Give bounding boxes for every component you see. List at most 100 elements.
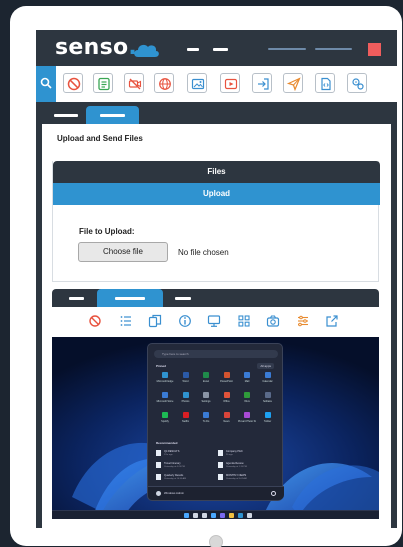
start-footer: Windows Admin [148,486,284,500]
external-link-icon[interactable] [325,314,339,328]
app-label: Netflix [182,420,189,423]
search-button[interactable] [36,66,56,102]
pinned-app[interactable]: Picsart Photo Studio [238,412,256,426]
app-label: Microsoft Store [156,400,174,403]
windows-icon[interactable] [184,513,189,518]
checklist-icon [98,77,110,91]
app-label: PowerPoint [220,380,233,383]
edge-icon[interactable] [238,513,243,518]
tab-inactive[interactable] [54,114,78,117]
app-label: News [223,420,230,423]
menu-line-icon[interactable] [268,48,306,50]
sliders-icon[interactable] [296,314,310,328]
video-button[interactable] [220,73,240,93]
remote-desktop-view[interactable]: Type here to search Pinned All apps Micr… [52,337,379,519]
chat-icon[interactable] [220,513,225,518]
pinned-app[interactable]: Spotify [156,412,174,426]
recommended-name: MONTHLY NEWS [226,474,247,477]
pinned-app[interactable]: Excel [197,372,215,386]
recommended-item[interactable]: MONTHLY NEWS Yesterday at 9:02 AM [218,473,276,483]
pinned-app[interactable]: Netflix [177,412,195,426]
photo-icon [191,78,205,90]
app-label: Microsoft Edge [156,380,174,383]
search-icon [40,77,52,89]
video-icon [224,78,238,90]
pinned-app[interactable]: Microsoft Edge [156,372,174,386]
globe-button[interactable] [154,73,174,93]
session-tab-inactive[interactable] [175,297,191,300]
app-icon [264,412,271,418]
brand-logo[interactable]: senso. [55,35,137,60]
app-icon [203,392,209,398]
pinned-app[interactable]: PowerPoint [218,372,236,386]
power-icon[interactable] [271,491,276,496]
pinned-app[interactable]: Mail [238,372,256,386]
tab-active[interactable] [86,106,139,124]
login-button[interactable] [252,73,272,93]
mute-video-button[interactable] [124,73,144,93]
menu-dash-icon[interactable] [187,48,199,51]
start-menu: Type here to search Pinned All apps Micr… [147,343,284,501]
monitor-icon[interactable] [207,314,221,328]
camera-icon[interactable] [266,314,280,328]
info-icon[interactable] [178,314,192,328]
recommended-item[interactable]: Travel Itinerary Yesterday at 4:24 PM [156,461,214,471]
app-label: Solitaire [262,400,273,403]
file-code-button[interactable] [315,73,335,93]
checklist-button[interactable] [93,73,113,93]
all-apps-button[interactable]: All apps [257,363,274,369]
pinned-app[interactable]: To Do [197,412,215,426]
app-label: Word [182,380,189,383]
app-icon [162,372,168,378]
app-icon [223,412,230,418]
send-button[interactable] [283,73,303,93]
list-icon[interactable] [119,314,133,328]
block-button[interactable] [63,73,83,93]
home-button[interactable] [209,535,223,547]
pinned-app[interactable]: Settings [197,392,215,406]
recommended-item[interactable]: Q4 RESULTS 17m ago [156,449,214,459]
recommended-name: Company Pitch [226,450,243,453]
grid-icon[interactable] [237,314,251,328]
globe-icon [159,78,171,90]
search-icon[interactable] [193,513,198,518]
widgets-icon[interactable] [211,513,216,518]
explorer-icon[interactable] [229,513,234,518]
store-icon[interactable] [247,513,252,518]
session-tab-marker [115,297,145,300]
pinned-app[interactable]: Twitter [259,412,277,426]
pinned-app[interactable]: Office [218,392,236,406]
recommended-item[interactable]: Quarterly Results Yesterday at 10:50 AM [156,473,214,483]
session-tab-inactive[interactable] [69,297,84,300]
pinned-app[interactable]: Calendar [259,372,277,386]
menu-line-icon[interactable] [315,48,352,50]
recommended-name: Q4 RESULTS [164,450,180,453]
block-icon[interactable] [88,314,102,328]
start-search-input[interactable]: Type here to search [154,350,278,358]
session-panel: Type here to search Pinned All apps Micr… [52,289,379,519]
pinned-app[interactable]: News [218,412,236,426]
menu-dash-icon[interactable] [213,48,228,51]
copy-icon[interactable] [148,314,162,328]
recommended-item[interactable]: Company Pitch 2h ago [218,449,276,459]
close-square-icon[interactable] [368,43,381,56]
task-view-icon[interactable] [202,513,207,518]
app-icon [182,392,189,398]
recommended-item[interactable]: Agenda Review Yesterday at 1:15 PM [218,461,276,471]
section-title: Upload and Send Files [57,134,143,143]
photo-button[interactable] [187,73,207,93]
tab-upload[interactable]: Upload [53,183,380,205]
app-label: Mail [244,380,250,383]
user-avatar[interactable] [156,491,161,496]
settings-button[interactable] [347,73,367,93]
pinned-app[interactable]: Xbox [238,392,256,406]
pinned-app[interactable]: Photos [177,392,195,406]
session-tab-active[interactable] [97,289,163,307]
pinned-app[interactable]: Microsoft Store [156,392,174,406]
windows-taskbar [52,510,379,519]
choose-file-button[interactable]: Choose file [78,242,168,262]
pinned-app[interactable]: Word [177,372,195,386]
app-label: To Do [202,420,210,423]
pinned-app[interactable]: Solitaire [259,392,277,406]
files-header: Files [53,161,380,183]
